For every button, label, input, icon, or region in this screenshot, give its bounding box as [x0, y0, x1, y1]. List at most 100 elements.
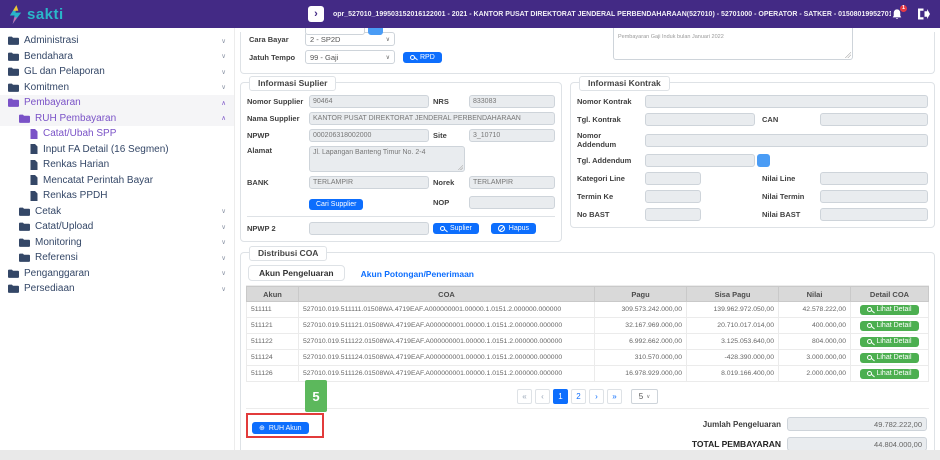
sidebar-item-referensi[interactable]: Referensi∨	[0, 250, 234, 266]
nomor-addendum-field[interactable]	[645, 134, 928, 147]
sidebar-item-penganggaran[interactable]: Penganggaran∨	[0, 266, 234, 282]
kategori-line-field[interactable]	[645, 172, 701, 185]
search-icon	[867, 307, 872, 312]
coa-cell: 527010.019.511124.01508WA.4719EAF.A00000…	[299, 350, 595, 366]
first-page-button[interactable]: «	[517, 389, 532, 404]
pagu-cell: 16.978.929.000,00	[595, 366, 687, 382]
total-pembayaran-field[interactable]: 44.804.000,00	[787, 437, 927, 450]
sidebar-toggle-button[interactable]: ›	[308, 6, 324, 22]
brand: sakti	[8, 5, 238, 24]
calendar-button[interactable]	[757, 154, 770, 167]
coa-table-header: AkunCOAPaguSisa PaguNilaiDetail COA	[247, 287, 929, 302]
can-field[interactable]	[820, 113, 928, 126]
sidebar-item-gl-dan-pelaporan[interactable]: GL dan Pelaporan∨	[0, 64, 234, 80]
lihat-detail-button[interactable]: Lihat Detail	[860, 353, 918, 363]
next-page-button[interactable]: ›	[589, 389, 604, 404]
sidebar-item-label: Monitoring	[35, 237, 82, 248]
file-icon	[30, 191, 38, 201]
npwp-field[interactable]: 000206318002000	[309, 129, 429, 142]
previous-page-button[interactable]: ‹	[535, 389, 550, 404]
sidebar-item-label: Pembayaran	[24, 97, 81, 108]
notifications-button[interactable]: 1	[891, 8, 903, 21]
npwp2-field[interactable]	[309, 222, 429, 235]
page-button-1[interactable]: 1	[553, 389, 568, 404]
clipped-calendar-button[interactable]	[368, 28, 383, 35]
tgl-addendum-field[interactable]	[645, 154, 755, 167]
sidebar-item-catat-ubah-spp[interactable]: Catat/Ubah SPP	[0, 126, 234, 142]
nilai-bast-field[interactable]	[820, 208, 928, 221]
nilai-line-field[interactable]	[820, 172, 928, 185]
tgl-kontrak-field[interactable]	[645, 113, 755, 126]
sidebar-item-renkas-harian[interactable]: Renkas Harian	[0, 157, 234, 173]
coa-footer: ⊕RUH Akun 5 Jumlah Pengeluaran 49.782.22…	[246, 408, 929, 450]
tgl-addendum-label: Tgl. Addendum	[577, 156, 641, 165]
sidebar-item-input-fa-detail-16-segmen[interactable]: Input FA Detail (16 Segmen)	[0, 142, 234, 158]
suplier-button[interactable]: Suplier	[433, 223, 479, 234]
folder-icon	[8, 67, 19, 76]
sidebar-item-cetak[interactable]: Cetak∨	[0, 204, 234, 220]
clipped-input[interactable]	[305, 28, 365, 35]
tab-akun-potongan-penerimaan[interactable]: Akun Potongan/Penerimaan	[361, 267, 474, 281]
nomor-kontrak-field[interactable]	[645, 95, 928, 108]
sidebar-item-administrasi[interactable]: Administrasi∨	[0, 33, 234, 49]
sisa-pagu-cell: 8.019.166.400,00	[687, 366, 779, 382]
column-header-akun: Akun	[247, 287, 299, 302]
sidebar-item-monitoring[interactable]: Monitoring∨	[0, 235, 234, 251]
folder-icon	[8, 83, 19, 92]
search-icon	[867, 371, 872, 376]
nop-field[interactable]	[469, 196, 555, 209]
bank-field[interactable]: TERLAMPIR	[309, 176, 429, 189]
sidebar-item-label: Bendahara	[24, 51, 73, 62]
lihat-detail-button[interactable]: Lihat Detail	[860, 337, 918, 347]
lihat-detail-button[interactable]: Lihat Detail	[860, 321, 918, 331]
cara-bayar-label: Cara Bayar	[249, 35, 305, 44]
jatuh-tempo-select[interactable]: 99 - Gaji∨	[305, 50, 395, 64]
folder-icon	[8, 98, 19, 107]
divider	[247, 216, 555, 217]
page-button-2[interactable]: 2	[571, 389, 586, 404]
lihat-detail-button[interactable]: Lihat Detail	[860, 369, 918, 379]
sidebar-item-bendahara[interactable]: Bendahara∨	[0, 49, 234, 65]
termin-ke-field[interactable]	[645, 190, 701, 203]
no-bast-field[interactable]	[645, 208, 701, 221]
lihat-detail-button[interactable]: Lihat Detail	[860, 305, 918, 315]
sidebar-item-renkas-ppdh[interactable]: Renkas PPDH	[0, 188, 234, 204]
jumlah-pengeluaran-field[interactable]: 49.782.222,00	[787, 417, 927, 431]
nrs-field[interactable]: 833083	[469, 95, 555, 108]
sidebar-item-mencatat-perintah-bayar[interactable]: Mencatat Perintah Bayar	[0, 173, 234, 189]
sidebar-item-label: Renkas Harian	[43, 159, 109, 170]
sidebar-item-label: Catat/Ubah SPP	[43, 128, 116, 139]
nomor-supplier-field[interactable]: 90464	[309, 95, 429, 108]
sidebar-item-ruh-pembayaran[interactable]: RUH Pembayaran∧	[0, 111, 234, 127]
sidebar-item-persediaan[interactable]: Persediaan∨	[0, 281, 234, 297]
footer-strip	[0, 450, 940, 460]
per-page-select[interactable]: 5∨	[631, 389, 658, 404]
sidebar-item-catat-upload[interactable]: Catat/Upload∨	[0, 219, 234, 235]
alamat-textarea[interactable]: Jl. Lapangan Banteng Timur No. 2-4	[309, 146, 465, 172]
pagination: «‹12›» 5∨	[246, 389, 929, 404]
informasi-kontrak-card: Informasi Kontrak Nomor Kontrak Tgl. Kon…	[570, 82, 935, 228]
chevron-up-icon: ∧	[221, 99, 226, 107]
folder-icon	[19, 238, 30, 247]
norek-field[interactable]: TERLAMPIR	[469, 176, 555, 189]
coa-cell: 527010.019.511111.01508WA.4719EAF.A00000…	[299, 302, 595, 318]
logout-icon[interactable]	[917, 8, 930, 20]
sidebar-item-komitmen[interactable]: Komitmen∨	[0, 80, 234, 96]
uraian-textarea[interactable]: Pembayaran Gaji Induk bulan Januari 2022	[613, 28, 853, 60]
informasi-suplier-card: Informasi Suplier Nomor Supplier 90464 N…	[240, 82, 562, 242]
tab-akun-pengeluaran[interactable]: Akun Pengeluaran	[248, 265, 345, 281]
pagu-cell: 32.167.969.000,00	[595, 318, 687, 334]
column-header-pagu: Pagu	[595, 287, 687, 302]
sidebar-item-pembayaran[interactable]: Pembayaran ∧	[0, 95, 234, 111]
file-icon	[30, 129, 38, 139]
nama-supplier-field[interactable]: KANTOR PUSAT DIREKTORAT JENDERAL PERBEND…	[309, 112, 555, 125]
site-field[interactable]: 3_10710	[469, 129, 555, 142]
cari-supplier-button[interactable]: Cari Supplier	[309, 199, 363, 210]
no-bast-label: No BAST	[577, 210, 641, 219]
ruh-akun-button[interactable]: ⊕RUH Akun	[252, 422, 309, 434]
hapus-button[interactable]: Hapus	[491, 223, 536, 234]
detail-coa-cell: Lihat Detail	[851, 366, 929, 382]
nilai-termin-field[interactable]	[820, 190, 928, 203]
rpd-button[interactable]: RPD	[403, 52, 442, 63]
last-page-button[interactable]: »	[607, 389, 622, 404]
